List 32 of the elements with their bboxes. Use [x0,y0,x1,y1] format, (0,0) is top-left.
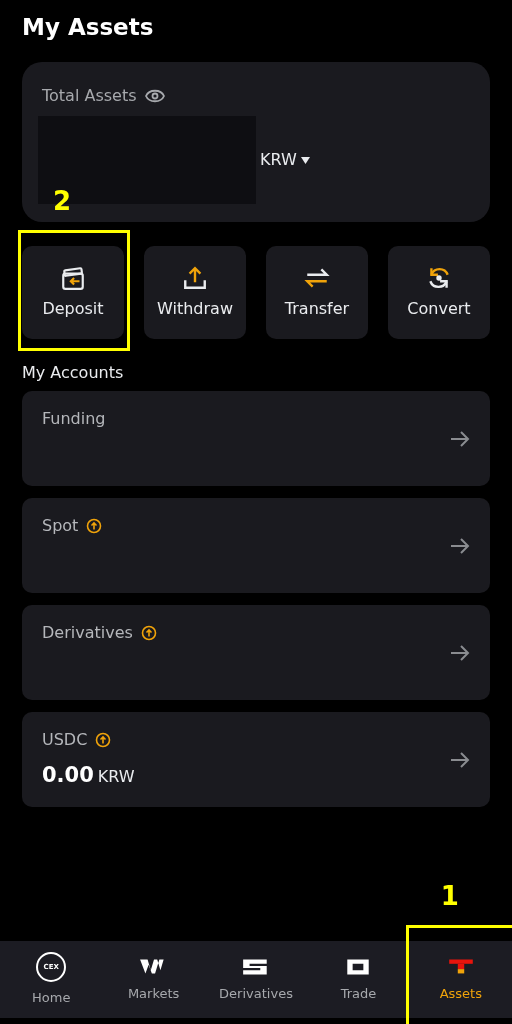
arrow-right-icon [450,536,470,555]
nav-tab[interactable]: Assets [409,941,512,1018]
balance-currency: KRW [97,765,135,788]
nav-tab[interactable]: Trade [307,941,410,1018]
account-card[interactable]: Derivatives [22,605,490,700]
arrow-right-icon [450,750,470,769]
withdraw-icon [182,264,208,291]
arrow-right-icon [450,643,470,662]
account-name: Derivatives [42,622,133,644]
action-button[interactable]: Deposit [22,246,124,339]
action-button[interactable]: Convert [388,246,490,339]
action-button[interactable]: Transfer [266,246,368,339]
annotation-number: 2 [53,188,72,214]
annotation-number: 1 [440,883,459,909]
balance-amount: 0.00 [42,761,94,789]
deposit-icon [60,264,86,291]
account-card[interactable]: USDC 0.00 KRW [22,712,490,807]
account-name: USDC [42,729,88,751]
account-name: Spot [42,515,79,537]
account-name: Funding [42,408,106,430]
caret-icon [300,156,310,164]
action-button[interactable]: Withdraw [144,246,246,339]
account-card[interactable]: Funding [22,391,490,486]
total-assets-label: Total Assets [42,85,137,107]
nav-tab[interactable]: Derivatives [204,941,308,1018]
currency-label[interactable]: KRW [260,148,297,172]
arrow-right-icon [450,429,470,448]
section-heading: My Accounts [22,362,125,383]
account-card[interactable]: Spot [22,498,490,593]
eye-icon[interactable] [144,89,165,103]
nav-tab[interactable]: Markets [102,941,205,1018]
page-title: My Assets [21,13,155,42]
